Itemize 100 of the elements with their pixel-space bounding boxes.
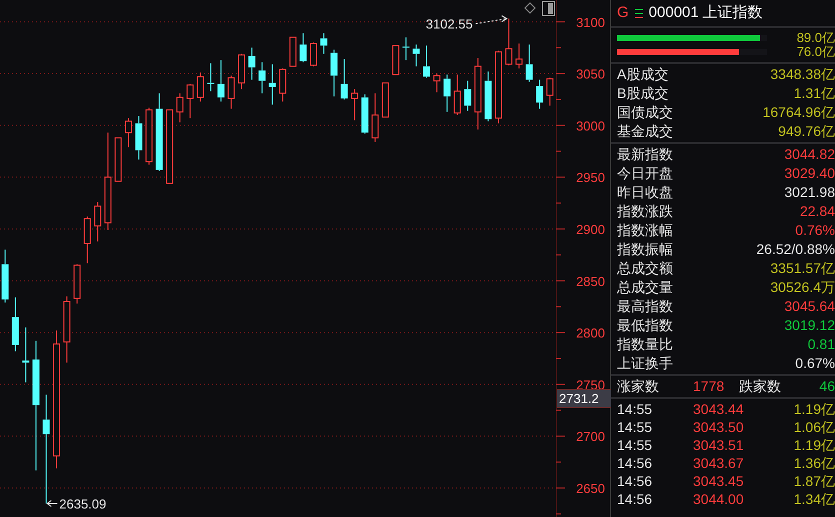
candlestick	[536, 79, 544, 110]
stat-value: 30526.4万	[770, 278, 835, 297]
axis-label: 2700	[576, 429, 605, 444]
stat-value: 0.81	[808, 335, 835, 354]
axis-label: 2800	[576, 326, 605, 341]
stat-label: 总成交额	[617, 259, 673, 278]
tick-time: 14:56	[617, 490, 654, 508]
tick-volume: 1.19亿	[794, 436, 835, 454]
candlestick	[392, 45, 400, 76]
stat-value: 0.76%	[795, 221, 835, 240]
tick-price: 3043.51	[693, 436, 744, 454]
stat-value: 26.52/0.88%	[756, 240, 835, 259]
candlestick	[505, 18, 512, 66]
candlestick	[124, 118, 132, 148]
advancers-label: 涨家数	[617, 377, 660, 396]
axis-label: 3050	[576, 66, 605, 82]
stat-value: 1.31亿	[794, 84, 835, 103]
axis-label: 3000	[576, 118, 605, 134]
axis-label: 3100	[576, 14, 605, 30]
stat-label: 上证换手	[617, 354, 673, 373]
tick-price: 3043.67	[693, 454, 744, 472]
axis-label: 2900	[576, 222, 605, 237]
index-code: 000001	[648, 2, 699, 23]
candlestick	[361, 94, 368, 134]
tick-volume: 1.34亿	[794, 490, 835, 508]
cursor-price-label: 2731.2	[557, 389, 611, 408]
candlestick	[320, 32, 328, 54]
candlestick	[310, 42, 317, 67]
candlestick	[2, 249, 9, 304]
stat-value: 16764.96亿	[762, 103, 835, 122]
candlestick	[516, 43, 523, 69]
index-name: 上证指数	[702, 2, 763, 23]
candlestick	[382, 82, 389, 118]
tick-volume: 1.36亿	[794, 454, 835, 472]
stat-label: 总成交量	[617, 278, 673, 297]
diamond-icon	[524, 2, 536, 14]
candlestick	[372, 92, 379, 142]
candlestick	[22, 326, 30, 383]
max-price-label: 3102.55	[426, 16, 473, 32]
arrow-icon	[475, 15, 508, 24]
candlestick	[268, 64, 276, 106]
stat-label: 指数涨跌	[617, 202, 673, 221]
stat-value: 0.67%	[795, 354, 835, 373]
candlestick	[258, 62, 266, 94]
flow-value: 89.0亿	[796, 29, 835, 46]
candlestick	[402, 36, 410, 61]
candlestick	[351, 88, 358, 121]
stat-label: 指数振幅	[617, 240, 673, 259]
stat-label: 指数量比	[617, 335, 673, 354]
candlestick	[423, 45, 430, 78]
candlestick	[340, 58, 348, 100]
tick-time: 14:55	[617, 436, 654, 454]
candlestick	[196, 72, 204, 102]
stat-label: 昨日收盘	[617, 183, 673, 202]
candlestick	[289, 36, 296, 67]
candlestick	[146, 107, 153, 166]
stat-value: 3348.38亿	[770, 65, 835, 84]
stat-label: 最高指数	[617, 297, 673, 316]
candlestick	[12, 296, 19, 352]
flow-value: 76.0亿	[796, 44, 835, 62]
menu-icon[interactable]	[634, 8, 643, 18]
candlestick	[454, 74, 461, 116]
stat-value: 3029.40	[784, 164, 835, 183]
candlestick	[186, 83, 194, 119]
tick-time: 14:55	[617, 418, 654, 436]
stat-label: 国债成交	[617, 103, 673, 122]
candlestick	[135, 116, 142, 160]
candlestick	[74, 264, 81, 304]
stat-value: 3019.12	[784, 316, 835, 335]
stat-value: 3351.57亿	[770, 259, 835, 278]
candlestick	[546, 77, 554, 106]
stat-value: 22.84	[800, 202, 835, 221]
decliners-label: 跌家数	[739, 377, 781, 396]
candlestick	[433, 73, 440, 93]
candlestick	[176, 92, 184, 123]
candlestick	[217, 60, 224, 102]
candlestick	[94, 202, 102, 242]
candlestick	[114, 137, 122, 182]
decliners-count: 46	[819, 377, 835, 396]
tick-volume: 1.06亿	[794, 418, 835, 436]
tick-price: 3043.45	[693, 472, 744, 490]
stat-value: 949.76亿	[778, 122, 835, 141]
stat-label: A股成交	[617, 65, 668, 84]
stat-label: 今日开盘	[617, 164, 673, 183]
candlestick	[464, 80, 472, 112]
candlestick	[444, 74, 451, 112]
candlestick	[412, 44, 420, 67]
candlestick	[238, 53, 246, 90]
tick-time: 14:56	[617, 472, 654, 490]
tick-volume: 1.19亿	[794, 400, 835, 418]
candlestick	[330, 49, 338, 97]
tick-price: 3043.44	[693, 400, 744, 418]
axis-label: 2850	[576, 274, 605, 289]
stat-value: 3045.64	[784, 297, 835, 316]
tick-time: 14:55	[617, 400, 654, 418]
candlestick	[526, 44, 533, 82]
stat-label: 最新指数	[617, 145, 673, 164]
min-price-label: 2635.09	[59, 496, 106, 512]
advancers-count: 1778	[693, 377, 726, 396]
tick-price: 3043.50	[693, 418, 744, 436]
